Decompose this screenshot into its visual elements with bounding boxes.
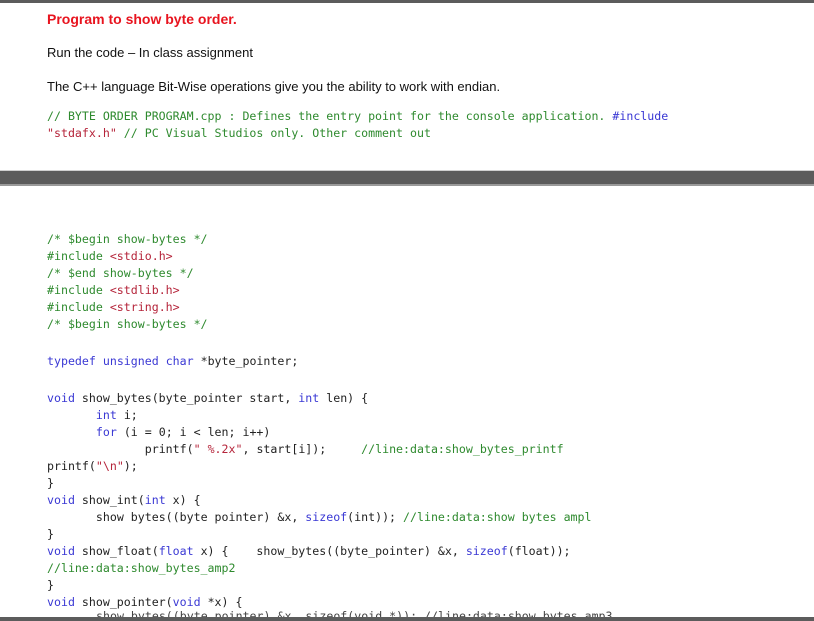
code-text: *byte_pointer;	[200, 354, 299, 368]
preprocessor-directive: #include	[47, 283, 103, 297]
cut-off-line: show_bytes((byte_pointer) &x, sizeof(voi…	[0, 596, 814, 617]
show-bytes-function: void show_bytes(byte_pointer start, int …	[47, 390, 592, 611]
include-keyword: #include	[612, 109, 669, 123]
keyword: sizeof	[465, 544, 508, 558]
code-text: printf(	[47, 459, 96, 473]
partial-code-line: show_bytes((byte_pointer) &x, sizeof(voi…	[96, 609, 613, 617]
page-gap	[0, 171, 814, 184]
keyword: int	[95, 408, 117, 422]
code-comment: /* $end show-bytes */	[47, 266, 194, 280]
code-text: }	[47, 578, 54, 592]
code-text: x) {	[172, 493, 201, 507]
string-literal: " %.2x"	[193, 442, 243, 456]
code-text: (float));	[507, 544, 571, 558]
code-text: show_float(	[81, 544, 159, 558]
code-comment: //line:data:show_bytes_printf	[361, 442, 564, 456]
header-file: <stdlib.h>	[109, 283, 180, 297]
header-file: <string.h>	[109, 300, 180, 314]
preprocessor-directive: #include	[47, 300, 103, 314]
paragraph-run-code: Run the code – In class assignment	[47, 45, 253, 60]
code-comment: /* $begin show-bytes */	[47, 317, 208, 331]
preprocessor-directive: #include	[47, 249, 103, 263]
keyword: char	[165, 354, 194, 368]
header-file: <stdio.h>	[109, 249, 173, 263]
keyword: void	[47, 391, 75, 405]
include-file: "stdafx.h"	[47, 126, 117, 140]
code-text: }	[47, 476, 54, 490]
code-text: len) {	[326, 391, 369, 405]
code-text: (int));	[347, 510, 397, 524]
string-literal: "\n"	[95, 459, 124, 473]
code-text: show bytes((byte pointer) &x,	[95, 510, 299, 524]
code-text: i;	[123, 408, 138, 422]
paragraph-cpp-endian: The C++ language Bit-Wise operations giv…	[47, 79, 501, 94]
code-text: }	[47, 527, 54, 541]
document-page-1: Program to show byte order. Run the code…	[0, 3, 814, 171]
page-gap-edge	[0, 184, 814, 186]
code-text: , start[i]);	[242, 442, 327, 456]
comment-text-2: // PC Visual Studios only. Other comment…	[123, 126, 431, 140]
code-text: );	[123, 459, 138, 473]
code-text: x) {	[200, 544, 229, 558]
keyword: int	[144, 493, 166, 507]
keyword: float	[158, 544, 194, 558]
keyword: typedef	[47, 354, 96, 368]
code-text: printf(	[144, 442, 194, 456]
keyword: for	[95, 425, 117, 439]
code-comment: /* $begin show-bytes */	[47, 232, 208, 246]
bottom-border	[0, 617, 814, 621]
keyword: void	[47, 544, 75, 558]
code-comment: //line:data:show_bytes_amp2	[47, 561, 236, 575]
code-text: show_bytes(byte_pointer start,	[81, 391, 292, 405]
code-text: show_int(	[81, 493, 145, 507]
code-text: show_bytes((byte_pointer) &x,	[256, 544, 459, 558]
keyword: unsigned	[102, 354, 159, 368]
code-comment-block: // BYTE ORDER PROGRAM.cpp : Defines the …	[47, 108, 668, 142]
code-comment: //line:data:show bytes ampl	[403, 510, 592, 524]
document-title: Program to show byte order.	[47, 11, 237, 27]
keyword: void	[47, 493, 75, 507]
keyword: sizeof	[305, 510, 348, 524]
keyword: int	[298, 391, 320, 405]
code-listing: /* $begin show-bytes */ #include <stdio.…	[47, 231, 208, 333]
code-text: (i = 0; i < len; i++)	[123, 425, 271, 439]
comment-text: // BYTE ORDER PROGRAM.cpp : Defines the …	[47, 109, 606, 123]
typedef-line: typedef unsigned char *byte_pointer;	[47, 353, 298, 370]
